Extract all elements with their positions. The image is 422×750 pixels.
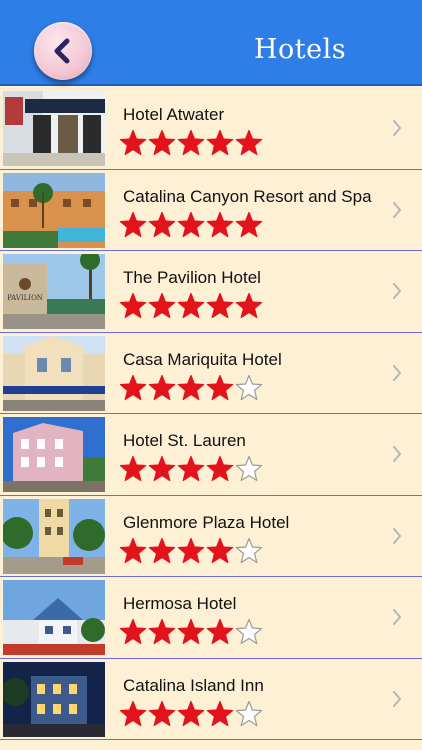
header-bar: Hotels: [0, 0, 422, 86]
star-filled-icon: [177, 211, 205, 237]
hotel-row[interactable]: Glenmore Plaza Hotel: [0, 495, 422, 577]
hotel-row[interactable]: Casa Mariquita Hotel: [0, 332, 422, 414]
hotel-name: Hermosa Hotel: [123, 594, 237, 613]
chevron-right-icon: [393, 690, 401, 707]
hotel-row[interactable]: PAVILION The Pavilion Hotel: [0, 251, 422, 333]
star-rating: [119, 374, 263, 402]
star-filled-icon: [148, 211, 176, 237]
hotel-thumbnail: [3, 91, 105, 166]
star-filled-icon: [177, 455, 205, 482]
star-filled-icon: [206, 618, 234, 645]
star-empty-icon: [235, 455, 263, 482]
chevron-left-icon: [54, 38, 70, 64]
hotel-name: Glenmore Plaza Hotel: [123, 512, 290, 532]
chevron-right-icon: [393, 609, 401, 625]
hotel-thumbnail: [3, 580, 105, 655]
star-filled-icon: [177, 129, 205, 156]
star-empty-icon: [235, 700, 263, 726]
star-empty-icon: [235, 374, 263, 400]
hotel-row[interactable]: Catalina Canyon Resort and Spa: [0, 169, 422, 251]
star-filled-icon: [177, 292, 205, 319]
hotel-name: Casa Mariquita Hotel: [123, 349, 282, 369]
star-rating: [119, 292, 263, 320]
star-filled-icon: [119, 211, 147, 237]
star-filled-icon: [206, 455, 234, 482]
hotel-name: Catalina Canyon Resort and Spa: [123, 186, 372, 206]
star-filled-icon: [206, 374, 234, 400]
chevron-right-icon: [393, 201, 401, 218]
star-filled-icon: [148, 129, 176, 156]
star-filled-icon: [206, 211, 234, 237]
star-filled-icon: [235, 211, 263, 237]
star-filled-icon: [119, 700, 147, 726]
star-rating: [119, 700, 263, 728]
star-filled-icon: [177, 537, 205, 563]
hotel-thumbnail: [3, 417, 105, 492]
star-rating: [119, 537, 263, 565]
star-rating: [119, 129, 263, 157]
star-rating: [119, 618, 263, 646]
star-rating: [119, 455, 263, 483]
page-title: Hotels: [253, 34, 347, 65]
star-empty-icon: [235, 618, 263, 645]
svg-text:PAVILION: PAVILION: [7, 294, 43, 302]
star-filled-icon: [148, 618, 176, 645]
hotel-thumbnail: [3, 498, 105, 574]
hotel-name: Catalina Island Inn: [123, 675, 264, 695]
star-filled-icon: [119, 537, 147, 563]
star-filled-icon: [206, 537, 234, 563]
star-filled-icon: [148, 455, 176, 482]
star-filled-icon: [235, 129, 263, 156]
star-filled-icon: [206, 129, 234, 156]
star-rating: [119, 211, 263, 239]
hotel-name: Hotel St. Lauren: [123, 431, 246, 450]
star-filled-icon: [119, 292, 147, 319]
chevron-right-icon: [393, 283, 401, 299]
star-filled-icon: [235, 292, 263, 319]
star-filled-icon: [119, 129, 147, 156]
hotel-thumbnail: [3, 172, 105, 248]
hotel-row[interactable]: Catalina Island Inn: [0, 658, 422, 740]
hotel-row[interactable]: Hotel Atwater: [0, 88, 422, 170]
chevron-right-icon: [393, 120, 401, 136]
star-filled-icon: [148, 700, 176, 726]
star-filled-icon: [177, 374, 205, 400]
hotel-thumbnail: [3, 335, 105, 411]
star-filled-icon: [177, 700, 205, 726]
hotel-list: Hotel Atwater Catalina Canyon Resort and …: [0, 88, 422, 740]
star-filled-icon: [177, 618, 205, 645]
hotel-thumbnail: PAVILION: [3, 254, 105, 329]
hotel-row[interactable]: Hermosa Hotel: [0, 577, 422, 659]
star-filled-icon: [206, 292, 234, 319]
chevron-right-icon: [393, 446, 401, 462]
chevron-right-icon: [393, 364, 401, 381]
back-button[interactable]: [34, 22, 92, 80]
star-filled-icon: [148, 374, 176, 400]
star-filled-icon: [119, 618, 147, 645]
star-filled-icon: [119, 455, 147, 482]
star-filled-icon: [148, 292, 176, 319]
hotel-name: Hotel Atwater: [123, 105, 225, 124]
star-filled-icon: [206, 700, 234, 726]
star-filled-icon: [119, 374, 147, 400]
hotel-name: The Pavilion Hotel: [123, 268, 261, 287]
hotel-row[interactable]: Hotel St. Lauren: [0, 414, 422, 496]
chevron-right-icon: [393, 527, 401, 544]
hotel-thumbnail: [3, 661, 105, 737]
star-empty-icon: [235, 537, 263, 563]
star-filled-icon: [148, 537, 176, 563]
